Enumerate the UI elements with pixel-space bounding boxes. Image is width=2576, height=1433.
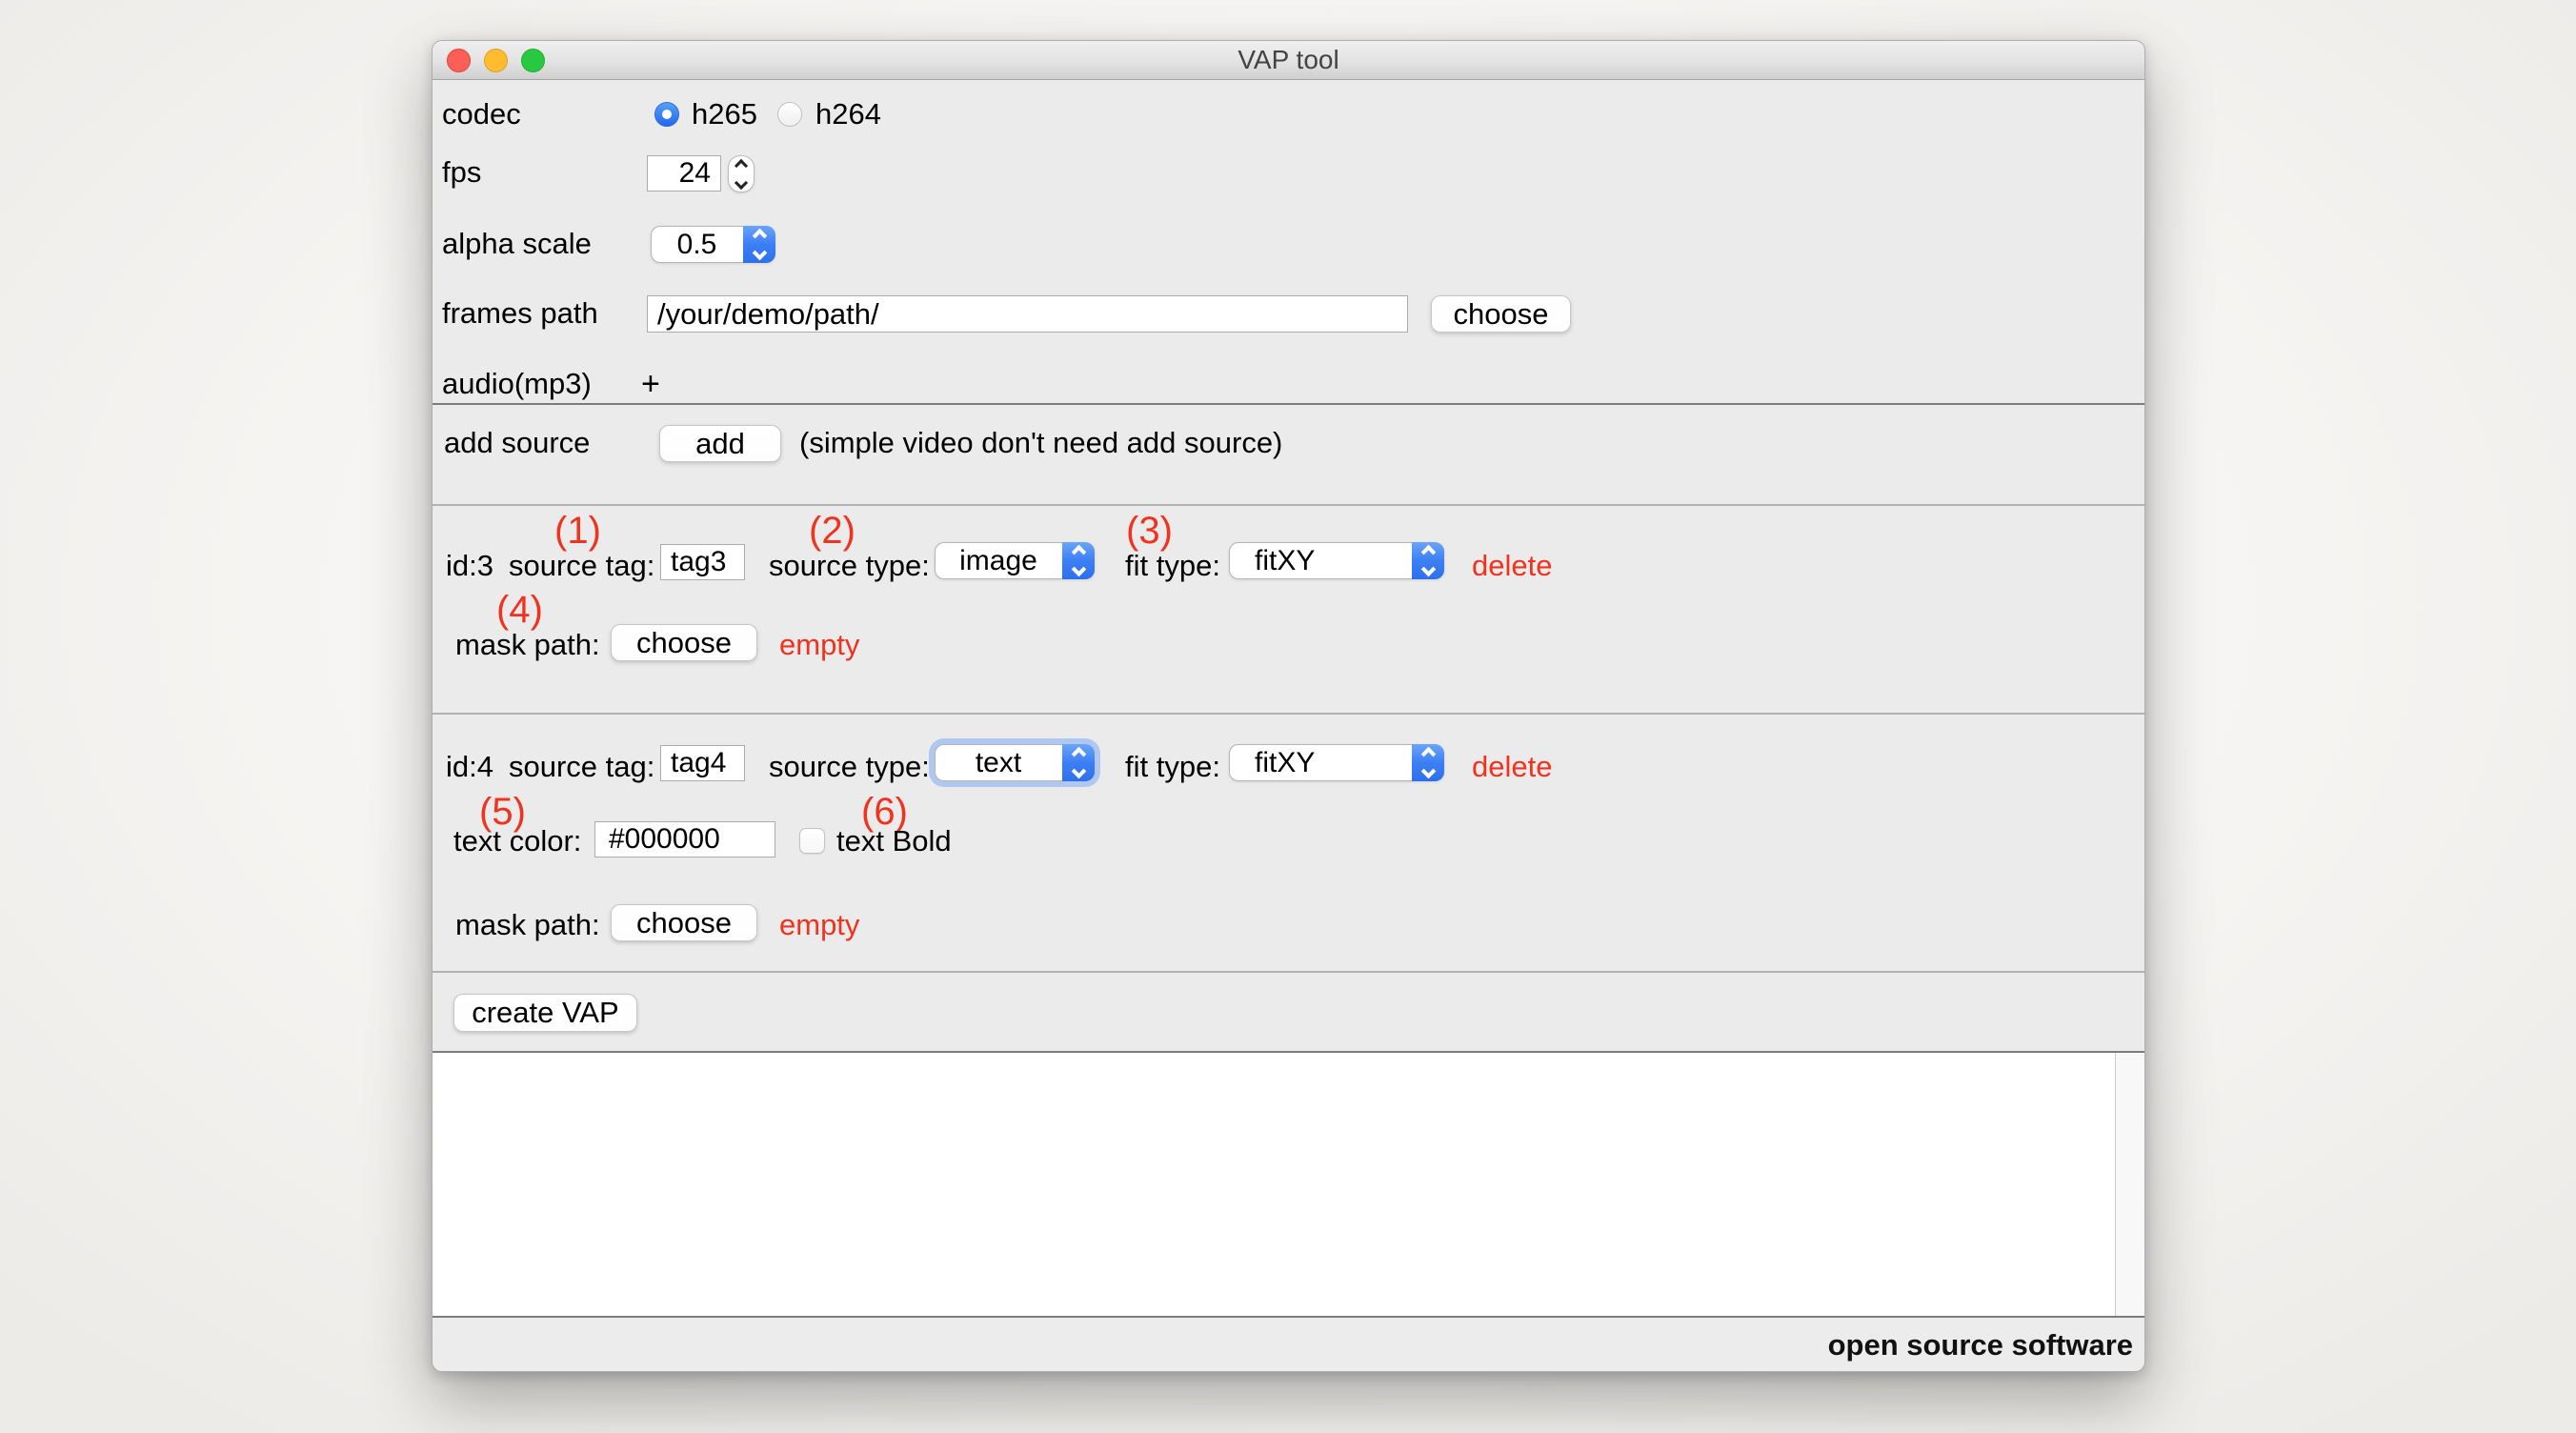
fit-type-select[interactable]: fitXY [1229,542,1444,579]
source-type-select[interactable]: text [935,744,1095,781]
source-tag-label: source tag: [509,748,654,786]
text-bold-label[interactable]: text Bold [836,822,952,860]
add-source-note: (simple video don't need add source) [799,424,1282,462]
separator [433,713,2144,715]
output-scrollbar[interactable] [2115,1053,2144,1316]
fps-label: fps [442,153,481,192]
source-id-label: id:4 [446,748,493,786]
fit-type-select[interactable]: fitXY [1229,744,1444,781]
source-tag-input[interactable] [660,745,745,781]
radio-h265[interactable] [654,102,679,127]
audio-add-icon[interactable]: + [641,365,660,403]
select-arrows-icon [1412,744,1444,781]
radio-h264[interactable] [777,102,802,127]
stepper-up-icon[interactable] [735,158,748,172]
status-bar: open source software [433,1320,2144,1371]
codec-label: codec [442,95,521,133]
stepper-down-icon[interactable] [735,175,748,189]
fit-type-value: fitXY [1230,543,1411,578]
fps-stepper[interactable] [728,155,755,192]
text-bold-checkbox[interactable] [799,828,825,854]
source-tag-label: source tag: [509,547,654,585]
source-id-label: id:3 [446,547,493,585]
output-log[interactable] [433,1051,2144,1318]
separator [433,403,2144,405]
app-window: VAP tool codec h265 h264 fps alpha scale… [432,40,2145,1372]
add-source-button[interactable]: add [659,425,781,462]
mask-path-label: mask path: [455,626,600,664]
annotation-2: (2) [809,512,855,550]
radio-h264-label[interactable]: h264 [815,95,881,133]
source-type-value: text [936,745,1061,780]
window-title: VAP tool [433,41,2144,79]
annotation-3: (3) [1126,512,1173,550]
status-bar-text: open source software [1828,1328,2133,1362]
mask-path-choose-button[interactable]: choose [611,624,757,661]
mask-path-status: empty [779,626,859,664]
create-vap-button[interactable]: create VAP [453,994,637,1032]
text-color-label: text color: [453,822,581,860]
fit-type-label: fit type: [1125,547,1220,585]
alpha-scale-label: alpha scale [442,225,592,263]
delete-link[interactable]: delete [1472,748,1552,786]
select-arrows-icon [1412,542,1444,579]
frames-path-label: frames path [442,294,598,333]
radio-h265-label[interactable]: h265 [692,95,757,133]
select-arrows-icon [743,226,775,263]
mask-path-choose-button[interactable]: choose [611,904,757,941]
source-type-value: image [936,543,1061,578]
text-color-input[interactable] [594,821,775,858]
delete-link[interactable]: delete [1472,547,1552,585]
fit-type-value: fitXY [1230,745,1411,780]
select-arrows-icon [1062,542,1095,579]
fps-input[interactable] [647,155,721,192]
frames-path-choose-button[interactable]: choose [1431,295,1571,333]
source-tag-input[interactable] [660,544,745,580]
select-arrows-icon [1062,744,1095,781]
frames-path-input[interactable] [647,295,1408,333]
add-source-label: add source [444,424,590,462]
mask-path-label: mask path: [455,906,600,944]
mask-path-status: empty [779,906,859,944]
fit-type-label: fit type: [1125,748,1220,786]
alpha-scale-select[interactable]: 0.5 [651,226,775,263]
source-type-label: source type: [769,547,930,585]
titlebar[interactable]: VAP tool [433,41,2144,80]
annotation-1: (1) [554,512,601,550]
separator [433,504,2144,506]
source-type-label: source type: [769,748,930,786]
annotation-4: (4) [496,591,543,629]
alpha-scale-value: 0.5 [652,227,742,262]
source-type-select[interactable]: image [935,542,1095,579]
audio-label: audio(mp3) [442,365,592,403]
separator [433,971,2144,973]
